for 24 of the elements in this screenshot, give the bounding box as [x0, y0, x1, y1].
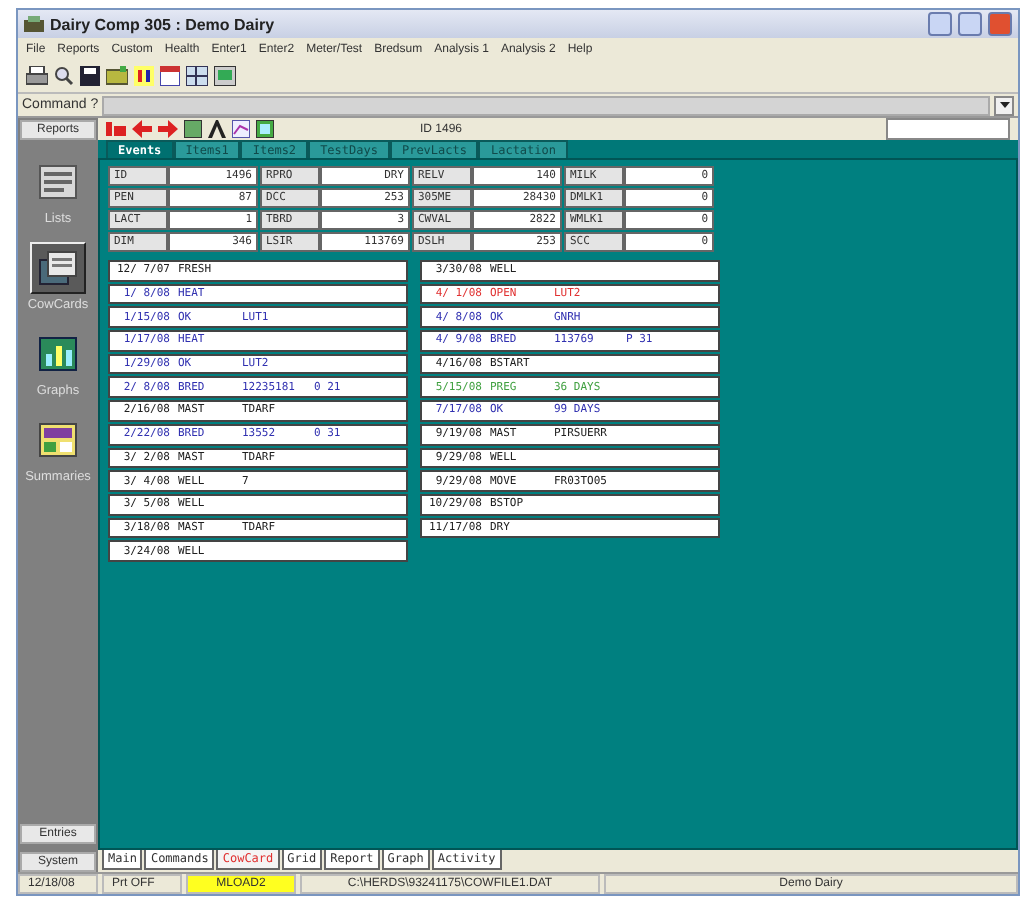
font-icon[interactable]: [208, 120, 226, 138]
folder-icon[interactable]: [106, 66, 128, 86]
search-icon[interactable]: [54, 66, 74, 86]
minimize-button[interactable]: [928, 12, 952, 36]
screen-icon[interactable]: [214, 66, 236, 86]
left-arrow-icon[interactable]: [132, 120, 152, 138]
dropdown-button[interactable]: [994, 95, 1014, 115]
save-icon[interactable]: [80, 66, 100, 86]
caret-icon: [999, 102, 1009, 108]
command-field[interactable]: [102, 95, 990, 115]
calendar-icon[interactable]: [160, 66, 180, 86]
sort-icon[interactable]: [134, 66, 154, 86]
print-icon[interactable]: [26, 66, 48, 86]
list-icon[interactable]: [38, 164, 78, 200]
chart-icon[interactable]: [38, 336, 78, 372]
right-arrow-icon[interactable]: [158, 120, 178, 138]
summary-icon[interactable]: [38, 422, 78, 458]
id-input-field[interactable]: [886, 118, 1010, 140]
grid-icon[interactable]: [186, 66, 208, 86]
app-icon: [24, 15, 44, 33]
window-title: Dairy Comp 305 : Demo Dairy: [50, 15, 277, 33]
maximize-button[interactable]: [958, 12, 982, 36]
image-icon[interactable]: [256, 120, 274, 138]
card-file-icon[interactable]: [38, 250, 78, 286]
